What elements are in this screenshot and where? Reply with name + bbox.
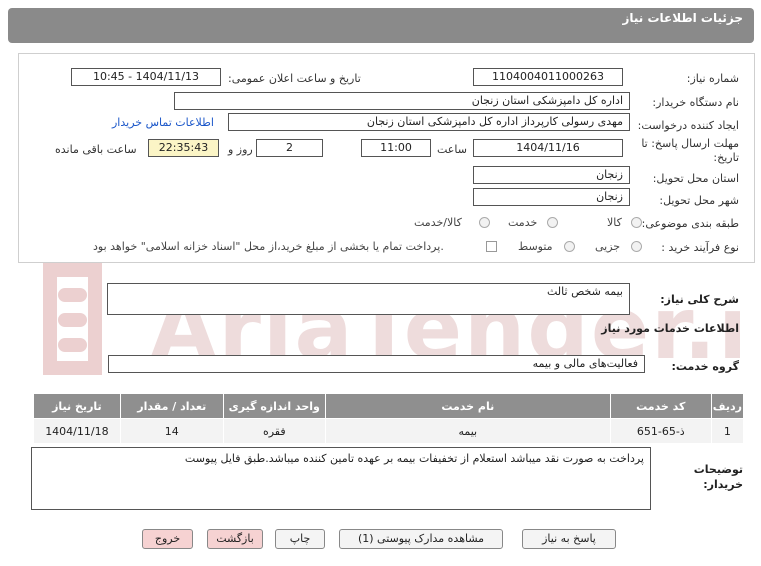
service-group-field[interactable]: فعالیت‌های مالی و بیمه — [108, 355, 645, 373]
need-number-field[interactable]: 1104004011000263 — [473, 68, 623, 86]
category-goods-service-label: کالا/خدمت — [414, 216, 462, 229]
buyer-notes-label-1: توضیحات — [693, 463, 743, 476]
deadline-time-field[interactable]: 11:00 — [361, 139, 431, 157]
process-minor-label: جزیی — [595, 240, 621, 253]
process-medium-radio[interactable] — [564, 241, 575, 252]
category-goods-radio[interactable] — [631, 217, 642, 228]
service-qty: 14 — [119, 418, 224, 444]
deadline-date-field[interactable]: 1404/11/16 — [473, 139, 623, 157]
table-header-row: ردیف کد خدمت نام خدمت واحد اندازه گیری ت… — [33, 393, 745, 419]
col-date-header: تاریخ نیاز — [33, 393, 121, 419]
col-unit-header: واحد اندازه گیری — [222, 393, 326, 419]
creator-label: ایجاد کننده درخواست: — [637, 119, 739, 132]
days-remaining-field[interactable]: 2 — [256, 139, 323, 157]
service-group-label: گروه خدمت: — [671, 360, 739, 373]
category-goods-service-radio[interactable] — [479, 217, 490, 228]
process-medium-label: متوسط — [518, 240, 553, 253]
buyer-org-label: نام دستگاه خریدار: — [652, 96, 739, 109]
services-section-title: اطلاعات خدمات مورد نیاز — [601, 322, 739, 335]
service-date: 1404/11/18 — [33, 418, 121, 444]
exit-button[interactable]: خروج — [142, 529, 193, 549]
buyer-notes-label-2: خریدار: — [703, 478, 743, 491]
need-number-label: شماره نیاز: — [686, 72, 739, 85]
row-number: 1 — [710, 418, 745, 444]
col-code-header: کد خدمت — [609, 393, 712, 419]
view-attachments-button[interactable]: مشاهده مدارک پیوستی (1) — [339, 529, 503, 549]
print-button[interactable]: چاپ — [275, 529, 325, 549]
summary-field[interactable]: بیمه شخص ثالث — [107, 283, 630, 315]
services-table: ردیف کد خدمت نام خدمت واحد اندازه گیری ت… — [33, 393, 745, 444]
remaining-time-label: ساعت باقی مانده — [55, 143, 137, 156]
province-field[interactable]: زنجان — [473, 166, 630, 184]
category-service-label: خدمت — [508, 216, 538, 229]
col-qty-header: تعداد / مقدار — [119, 393, 224, 419]
buyer-org-field[interactable]: اداره کل دامپزشکی استان زنجان — [174, 92, 630, 110]
days-label: روز و — [228, 143, 253, 156]
col-name-header: نام خدمت — [324, 393, 611, 419]
reply-button[interactable]: پاسخ به نیاز — [522, 529, 616, 549]
category-service-radio[interactable] — [547, 217, 558, 228]
city-field[interactable]: زنجان — [473, 188, 630, 206]
city-label: شهر محل تحویل: — [659, 194, 739, 207]
deadline-label: مهلت ارسال پاسخ: تا — [641, 137, 739, 150]
service-code: ذ-65-651 — [609, 418, 712, 444]
deadline-time-label: ساعت — [437, 143, 467, 156]
province-label: استان محل تحویل: — [652, 172, 739, 185]
process-type-label: نوع فرآیند خرید : — [661, 241, 739, 254]
process-minor-radio[interactable] — [631, 241, 642, 252]
category-label: طبقه بندی موضوعی: — [641, 217, 739, 230]
page-title: جزئیات اطلاعات نیاز — [622, 11, 743, 25]
category-goods-label: کالا — [607, 216, 622, 229]
service-unit: فقره — [222, 418, 326, 444]
table-row: 1 ذ-65-651 بیمه فقره 14 1404/11/18 — [33, 418, 745, 444]
announce-datetime-field[interactable]: 1404/11/13 - 10:45 — [71, 68, 221, 86]
summary-label: شرح کلی نیاز: — [660, 293, 739, 306]
creator-field[interactable]: مهدی رسولی کارپرداز اداره کل دامپزشکی اس… — [228, 113, 630, 131]
remaining-time-field: 22:35:43 — [148, 139, 219, 157]
service-name: بیمه — [324, 418, 611, 444]
treasury-payment-note: پرداخت تمام یا بخشی از مبلغ خرید،از محل … — [93, 240, 444, 253]
announce-datetime-label: تاریخ و ساعت اعلان عمومی: — [228, 72, 361, 85]
col-row-header: ردیف — [710, 393, 745, 419]
summary-text: بیمه شخص ثالث — [547, 285, 623, 298]
treasury-payment-checkbox[interactable] — [486, 241, 497, 252]
buyer-notes-field[interactable]: پرداخت به صورت نقد میباشد استعلام از تخف… — [31, 447, 651, 510]
back-button[interactable]: بازگشت — [207, 529, 263, 549]
buyer-notes-text: پرداخت به صورت نقد میباشد استعلام از تخف… — [184, 452, 644, 465]
buyer-contact-link[interactable]: اطلاعات تماس خریدار — [112, 116, 214, 129]
deadline-date-label: تاریخ: — [713, 151, 739, 164]
